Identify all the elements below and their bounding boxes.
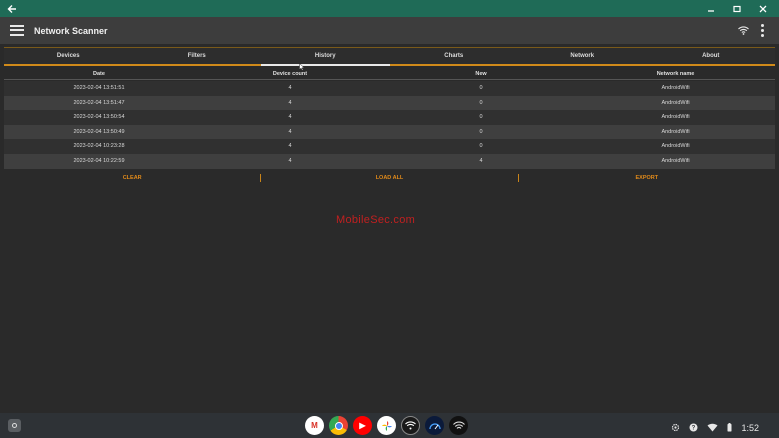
cell-date: 2023-02-04 13:50:54	[73, 114, 125, 121]
pinned-apps: M ▶	[305, 416, 468, 435]
watermark-text: MobileSec.com	[336, 214, 416, 226]
tab-network[interactable]: Network	[518, 48, 647, 64]
cell-network-name: AndroidWifi	[661, 85, 690, 91]
hamburger-menu-icon[interactable]	[10, 24, 24, 38]
tab-history[interactable]: History	[261, 48, 390, 66]
status-tray[interactable]: ? 1:52	[671, 419, 759, 437]
tab-filters[interactable]: Filters	[133, 48, 262, 64]
table-row[interactable]: 2023-02-04 13:51:51 4 0 AndroidWifi	[4, 81, 775, 96]
cell-device-count: 4	[288, 99, 292, 106]
tab-bar: Devices Filters History Charts Network A…	[4, 47, 775, 66]
help-icon[interactable]: ?	[689, 419, 698, 437]
header-new: New	[475, 71, 487, 77]
cell-device-count: 4	[288, 114, 292, 121]
cell-new: 0	[479, 143, 483, 150]
table-row[interactable]: 2023-02-04 13:50:54 4 0 AndroidWifi	[4, 110, 775, 125]
wifi-status-icon	[707, 419, 718, 437]
photos-icon[interactable]	[377, 416, 396, 435]
tab-devices[interactable]: Devices	[4, 48, 133, 64]
table-row[interactable]: 2023-02-04 13:50:49 4 0 AndroidWifi	[4, 124, 775, 140]
wifi-icon[interactable]	[738, 22, 749, 40]
cell-device-count: 4	[288, 85, 292, 91]
youtube-icon[interactable]: ▶	[353, 416, 372, 435]
app-title: Network Scanner	[34, 25, 108, 36]
cell-new: 4	[479, 157, 483, 164]
close-icon[interactable]	[757, 3, 769, 15]
more-options-icon[interactable]	[761, 24, 765, 37]
cell-device-count: 4	[288, 128, 292, 135]
cell-network-name: AndroidWifi	[661, 157, 690, 164]
gmail-icon[interactable]: M	[305, 416, 324, 435]
header-date: Date	[93, 71, 105, 77]
table-row[interactable]: 2023-02-04 13:51:47 4 0 AndroidWifi	[4, 95, 775, 111]
launcher-icon[interactable]	[8, 419, 21, 432]
maximize-icon[interactable]	[731, 3, 743, 15]
cell-new: 0	[479, 85, 483, 91]
tab-charts[interactable]: Charts	[390, 48, 519, 64]
chrome-icon[interactable]	[329, 416, 348, 435]
cell-date: 2023-02-04 13:51:51	[73, 85, 125, 91]
settings-gear-icon[interactable]	[671, 419, 680, 437]
svg-text:?: ?	[692, 426, 696, 432]
clock[interactable]: 1:52	[741, 423, 759, 433]
speed-app-icon[interactable]	[425, 416, 444, 435]
wifi-analyzer-app-icon[interactable]	[449, 416, 468, 435]
cell-date: 2023-02-04 10:22:59	[73, 157, 125, 164]
cell-device-count: 4	[288, 157, 292, 164]
cell-new: 0	[479, 128, 483, 135]
cell-network-name: AndroidWifi	[661, 143, 690, 150]
system-shelf: M ▶ ? 1:52	[0, 413, 779, 438]
tab-about[interactable]: About	[647, 48, 776, 64]
app-bar: Network Scanner	[0, 17, 779, 44]
back-arrow-icon[interactable]	[6, 3, 18, 15]
export-button[interactable]: EXPORT	[519, 175, 775, 181]
table-row[interactable]: 2023-02-04 10:23:28 4 0 AndroidWifi	[4, 139, 775, 154]
cell-new: 0	[479, 114, 483, 121]
battery-icon	[727, 419, 732, 437]
cell-date: 2023-02-04 13:51:47	[73, 99, 125, 106]
history-table-header: Date Device count New Network name	[4, 68, 775, 80]
cell-network-name: AndroidWifi	[661, 128, 690, 135]
clear-button[interactable]: CLEAR	[4, 175, 260, 181]
cell-network-name: AndroidWifi	[661, 114, 690, 121]
load-all-button[interactable]: LOAD ALL	[261, 175, 517, 181]
minimize-icon[interactable]	[705, 3, 717, 15]
cell-date: 2023-02-04 10:23:28	[73, 143, 125, 150]
cell-network-name: AndroidWifi	[661, 99, 690, 106]
cell-new: 0	[479, 99, 483, 106]
header-device-count: Device count	[272, 71, 308, 77]
header-network-name: Network name	[656, 71, 695, 77]
history-table-body: 2023-02-04 13:51:51 4 0 AndroidWifi 2023…	[4, 81, 775, 169]
cell-device-count: 4	[288, 143, 292, 150]
history-actions: CLEAR LOAD ALL EXPORT	[4, 172, 775, 184]
table-row[interactable]: 2023-02-04 10:22:59 4 4 AndroidWifi	[4, 153, 775, 169]
cell-date: 2023-02-04 13:50:49	[73, 128, 125, 135]
window-titlebar	[0, 0, 779, 17]
network-scanner-app-icon[interactable]	[401, 416, 420, 435]
